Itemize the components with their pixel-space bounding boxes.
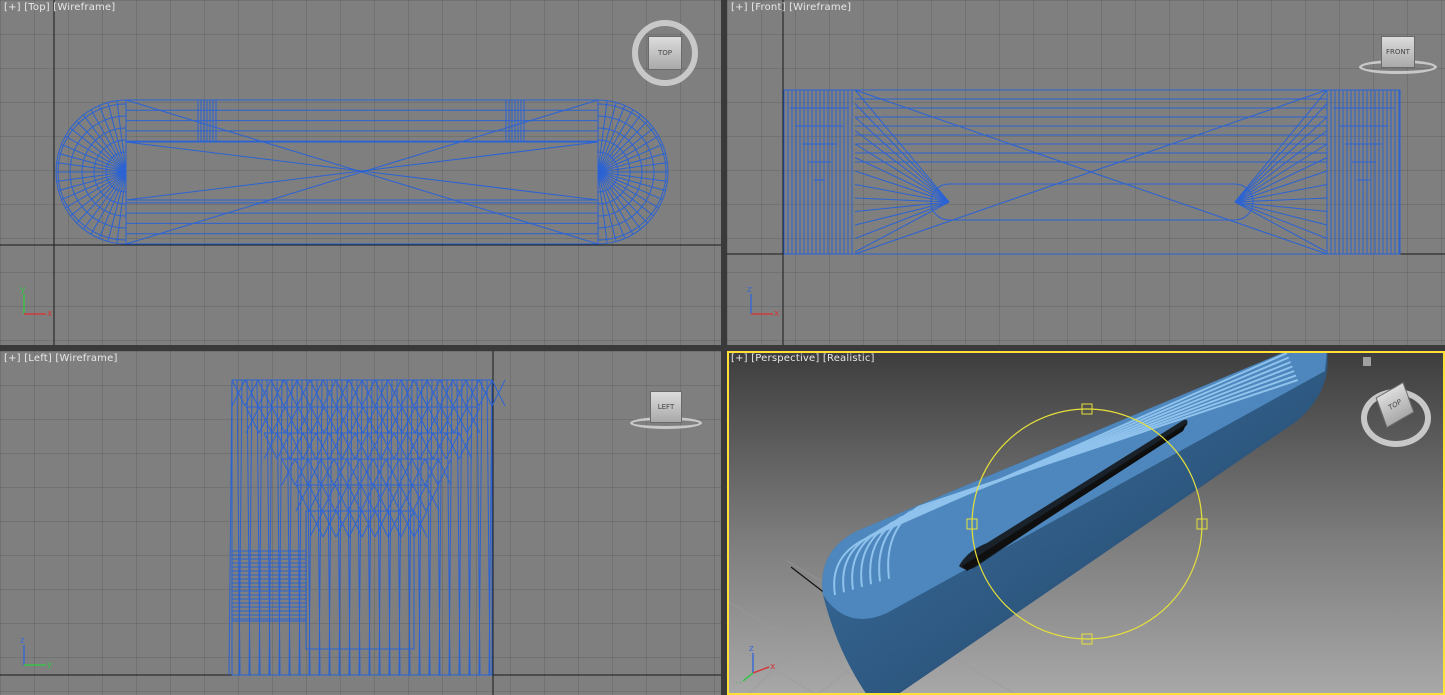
viewport-shading-mode[interactable]: [Wireframe] [789,2,851,13]
viewport-shading-mode[interactable]: [Wireframe] [53,2,115,13]
viewport-label-top: [+] [Top] [Wireframe] [4,2,115,13]
axis-tripod-icon: y x [20,285,53,319]
viewport-menu-button[interactable]: [+] [731,2,748,13]
axis-label-z: z [749,644,754,654]
axis-tripod-icon: z y [20,636,53,670]
axis-label-z: z [747,285,752,295]
viewcube-face-label: FRONT [1381,36,1415,68]
viewport-point-of-view[interactable]: [Front] [751,2,786,13]
viewport-perspective[interactable]: [+] [Perspective] [Realistic] TOP z x y [727,351,1445,695]
axis-label-x: x [774,309,780,319]
perspective-scene [727,351,1445,695]
viewcube-icon[interactable]: FRONT [1381,36,1415,68]
axis-label-y: y [736,680,742,683]
viewport-front[interactable]: [+] [Front] [Wireframe] FRONT z x [727,0,1445,345]
viewcube-face-label: TOP [648,36,682,70]
viewport-point-of-view[interactable]: [Perspective] [751,353,819,364]
top-wireframe [0,0,721,345]
viewport-shading-mode[interactable]: [Wireframe] [55,353,117,364]
left-wireframe [0,351,721,695]
viewport-menu-button[interactable]: [+] [731,353,748,364]
viewcube-icon[interactable]: LEFT [650,391,682,423]
axis-tripod-icon: z x [747,285,780,319]
viewcube-face-label: LEFT [650,391,682,423]
viewport-top[interactable]: [+] [Top] [Wireframe] TOP y x [0,0,721,345]
light-icon [1363,357,1371,366]
axis-label-x: x [47,309,53,319]
axis-label-z: z [20,636,25,646]
axis-label-y: y [47,660,53,670]
viewport-label-left: [+] [Left] [Wireframe] [4,353,118,364]
viewport-point-of-view[interactable]: [Top] [24,2,50,13]
viewport-point-of-view[interactable]: [Left] [24,353,52,364]
front-wireframe [727,0,1445,345]
viewport-label-perspective: [+] [Perspective] [Realistic] [731,353,875,364]
axis-label-x: x [770,662,775,672]
viewport-shading-mode[interactable]: [Realistic] [823,353,875,364]
viewport-left[interactable]: [+] [Left] [Wireframe] LEFT z y [0,351,721,695]
viewport-menu-button[interactable]: [+] [4,353,21,364]
viewcube-icon[interactable]: TOP [648,36,682,70]
viewport-menu-button[interactable]: [+] [4,2,21,13]
viewport-label-front: [+] [Front] [Wireframe] [731,2,851,13]
axis-label-y: y [20,285,26,295]
axis-tripod-icon: z x y [736,644,775,683]
